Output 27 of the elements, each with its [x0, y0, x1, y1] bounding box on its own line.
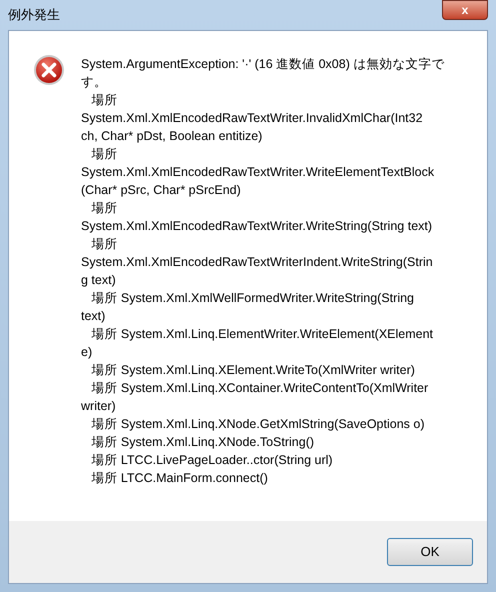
message-line: 場所: [90, 236, 118, 253]
message-line: System.Xml.XmlEncodedRawTextWriter.InvalidXmlChar(Int32: [81, 110, 423, 127]
message-line: 場所 System.Xml.Linq.ElementWriter.WriteElement(XElement: [90, 326, 434, 343]
message-line: text): [81, 308, 106, 325]
message-line: 場所 System.Xml.Linq.XElement.WriteTo(XmlWriter writer): [90, 362, 415, 379]
message-line: 場所 System.Xml.XmlWellFormedWriter.WriteString(String: [90, 290, 414, 307]
message-line: e): [81, 344, 92, 361]
window-title: 例外発生: [8, 6, 60, 24]
message-line: System.Xml.XmlEncodedRawTextWriter.WriteString(String text): [81, 218, 432, 235]
error-icon: [33, 54, 65, 86]
message-line: System.Xml.XmlEncodedRawTextWriterIndent.WriteString(Strin: [81, 254, 433, 271]
message-line: 場所: [90, 92, 118, 109]
message-line: 場所: [90, 200, 118, 217]
message-line: す。: [81, 74, 107, 91]
message-line: writer): [81, 398, 116, 415]
message-line: ch, Char* pDst, Boolean entitize): [81, 128, 262, 145]
message-line: System.ArgumentException: '·' (16 進数値 0x08) は無効な文字で: [81, 56, 444, 73]
message-line: 場所 LTCC.MainForm.connect(): [90, 470, 268, 487]
message-line: 場所 LTCC.LivePageLoader..ctor(String url): [90, 452, 333, 469]
ok-button[interactable]: OK: [387, 538, 473, 566]
message-line: 場所 System.Xml.Linq.XNode.GetXmlString(SaveOptions o): [90, 416, 424, 433]
message-line: 場所 System.Xml.Linq.XContainer.WriteContentTo(XmlWriter: [90, 380, 428, 397]
message-line: System.Xml.XmlEncodedRawTextWriter.WriteElementTextBlock: [81, 164, 434, 181]
message-line: 場所 System.Xml.Linq.XNode.ToString(): [90, 434, 314, 451]
message-line: (Char* pSrc, Char* pSrcEnd): [81, 182, 241, 199]
message-line: g text): [81, 272, 116, 289]
message-line: 場所: [90, 146, 118, 163]
